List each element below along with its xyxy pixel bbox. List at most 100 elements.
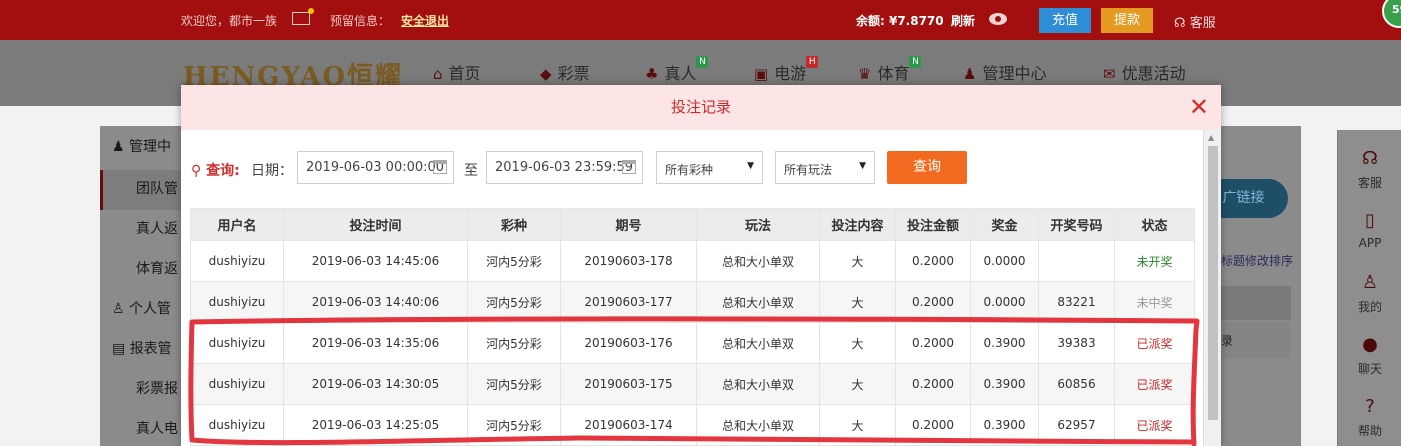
live-icon: ♣ [645,65,659,83]
scroll-up-icon[interactable]: ▲ [1208,133,1214,142]
customer-service-label: 客服 [1189,16,1216,31]
cell-issue: 20190603-177 [560,281,697,323]
cell-draw-number: 39383 [1038,322,1115,364]
users-icon: ♟ [112,139,130,155]
col-header-username[interactable]: 用户名 [190,208,284,241]
nav-label: 首页 [448,64,481,83]
cell-play: 总和大小单双 [696,404,820,446]
close-icon[interactable]: ✕ [1189,85,1209,130]
calendar-icon[interactable] [433,160,447,174]
cell-amount: 0.2000 [895,363,971,405]
eye-icon[interactable] [989,13,1007,25]
customer-service-link[interactable]: ☊ 客服 [1174,12,1216,31]
scroll-thumb[interactable] [1208,146,1218,420]
cell-username: dushiyizu [190,404,284,446]
table-header-row: 用户名 投注时间 彩种 期号 玩法 投注内容 投注金额 奖金 开奖号码 状态 [190,208,1195,241]
sidebar-item-sports-rebate[interactable]: 体育返 [136,258,178,278]
cell-status: 已派奖 [1114,404,1195,446]
nav-label-wrap: 电游 H [774,56,819,83]
recharge-button[interactable]: 充值 [1039,8,1091,33]
cell-draw-number: 83221 [1038,281,1115,323]
float-item-mine[interactable]: ♙ 我的 [1338,260,1401,322]
col-header-content[interactable]: 投注内容 [819,208,896,241]
withdraw-button[interactable]: 提款 [1101,8,1153,33]
table-row[interactable]: dushiyizu 2019-06-03 14:35:06 河内5分彩 2019… [190,322,1195,364]
table-row[interactable]: dushiyizu 2019-06-03 14:30:05 河内5分彩 2019… [190,363,1195,405]
nav-item-lottery[interactable]: ◆ 彩票 [540,60,590,84]
nav-item-slots[interactable]: ▣ 电游 H [754,56,819,84]
cell-draw-number: 60856 [1038,363,1115,405]
cell-status: 已派奖 [1114,363,1195,405]
top-bar: 欢迎您，都市一族 预留信息： 安全退出 余额: ¥7.8770 刷新 充值 提款… [0,0,1401,40]
report-icon: ▤ [112,341,130,357]
table-row[interactable]: dushiyizu 2019-06-03 14:40:06 河内5分彩 2019… [190,281,1195,323]
start-date-input[interactable]: 2019-06-03 00:00:00 [297,151,454,184]
sidebar-item-management[interactable]: ♟ 管理中 [112,136,171,156]
float-item-service[interactable]: ☊ 客服 [1338,136,1401,198]
cell-prize: 0.0000 [970,281,1039,323]
bet-table: 用户名 投注时间 彩种 期号 玩法 投注内容 投注金额 奖金 开奖号码 状态 d… [190,208,1195,446]
nav-label: 管理中心 [982,64,1047,83]
cell-status: 未中奖 [1114,281,1195,323]
float-item-app[interactable]: ▯ APP [1338,198,1401,260]
help-icon: ? [1365,396,1375,417]
table-row[interactable]: dushiyizu 2019-06-03 14:25:05 河内5分彩 2019… [190,404,1195,446]
cell-username: dushiyizu [190,281,284,323]
cell-issue: 20190603-176 [560,322,697,364]
cell-lottery: 河内5分彩 [467,363,561,405]
cell-play: 总和大小单双 [696,281,820,323]
col-header-lottery[interactable]: 彩种 [467,208,561,241]
logout-link[interactable]: 安全退出 [401,12,449,29]
float-item-chat[interactable]: ● 聊天 [1338,322,1401,384]
nav-item-promotions[interactable]: ✉ 优惠活动 [1103,60,1186,84]
user-icon: ♙ [1361,272,1379,293]
cell-draw-number: 62957 [1038,404,1115,446]
nav-item-home[interactable]: ⌂ 首页 [433,60,481,84]
nav-label: 真人 [664,64,697,83]
chat-icon: ● [1362,334,1378,355]
play-select[interactable]: 所有玩法 ▼ [775,151,875,184]
panel-link[interactable]: 录 [1221,322,1291,358]
col-header-issue[interactable]: 期号 [560,208,697,241]
end-date-input[interactable]: 2019-06-03 23:59:59 [486,151,643,184]
sidebar-item-live-rebate[interactable]: 真人返 [136,218,178,238]
col-header-amount[interactable]: 投注金额 [895,208,971,241]
nav-item-sports[interactable]: ♛ 体育 N [858,56,922,84]
cell-prize: 0.3900 [970,322,1039,364]
float-item-help[interactable]: ? 帮助 [1338,384,1401,446]
calendar-icon[interactable] [622,160,636,174]
col-header-bet-time[interactable]: 投注时间 [283,208,468,241]
cell-username: dushiyizu [190,322,284,364]
cell-bet-time: 2019-06-03 14:45:06 [283,240,468,282]
notice-label: 预留信息： [330,14,391,28]
sidebar-item-live-report[interactable]: 真人电 [136,418,178,438]
float-label: 我的 [1357,300,1382,314]
caret-down-icon: ▼ [747,161,754,171]
mail-icon[interactable] [292,8,314,25]
nav-label: 彩票 [557,64,590,83]
modal-header: 投注记录 ✕ [181,85,1221,130]
refresh-link[interactable]: 刷新 [951,12,975,29]
sidebar-item-reports[interactable]: ▤ 报表管 [112,338,172,358]
float-label: 客服 [1357,176,1382,190]
nav-item-live[interactable]: ♣ 真人 N [645,56,709,84]
sidebar-item-personal[interactable]: ♙ 个人管 [112,298,171,318]
sidebar-item-lottery-report[interactable]: 彩票报 [136,378,178,398]
col-header-draw-number[interactable]: 开奖号码 [1038,208,1115,241]
sidebar-item-team[interactable]: 团队管 [136,178,178,198]
modal-scrollbar[interactable]: ▲ [1203,130,1221,446]
col-header-prize[interactable]: 奖金 [970,208,1039,241]
query-label: ⚲ 查询: [191,160,240,180]
table-row[interactable]: dushiyizu 2019-06-03 14:45:06 河内5分彩 2019… [190,240,1195,282]
lottery-select[interactable]: 所有彩种 ▼ [656,151,763,184]
caret-down-icon: ▼ [859,161,866,171]
nav-label-wrap: 真人 N [664,56,709,83]
corner-badge[interactable]: 59 [1382,0,1401,28]
query-button[interactable]: 查询 [887,151,967,184]
nav-label: 电游 [774,64,807,83]
nav-item-management[interactable]: ♟ 管理中心 [963,60,1046,84]
col-header-status[interactable]: 状态 [1114,208,1195,241]
col-header-play[interactable]: 玩法 [696,208,820,241]
slot-icon: ▣ [754,65,769,83]
sidebar-label: 管理中 [129,139,172,155]
